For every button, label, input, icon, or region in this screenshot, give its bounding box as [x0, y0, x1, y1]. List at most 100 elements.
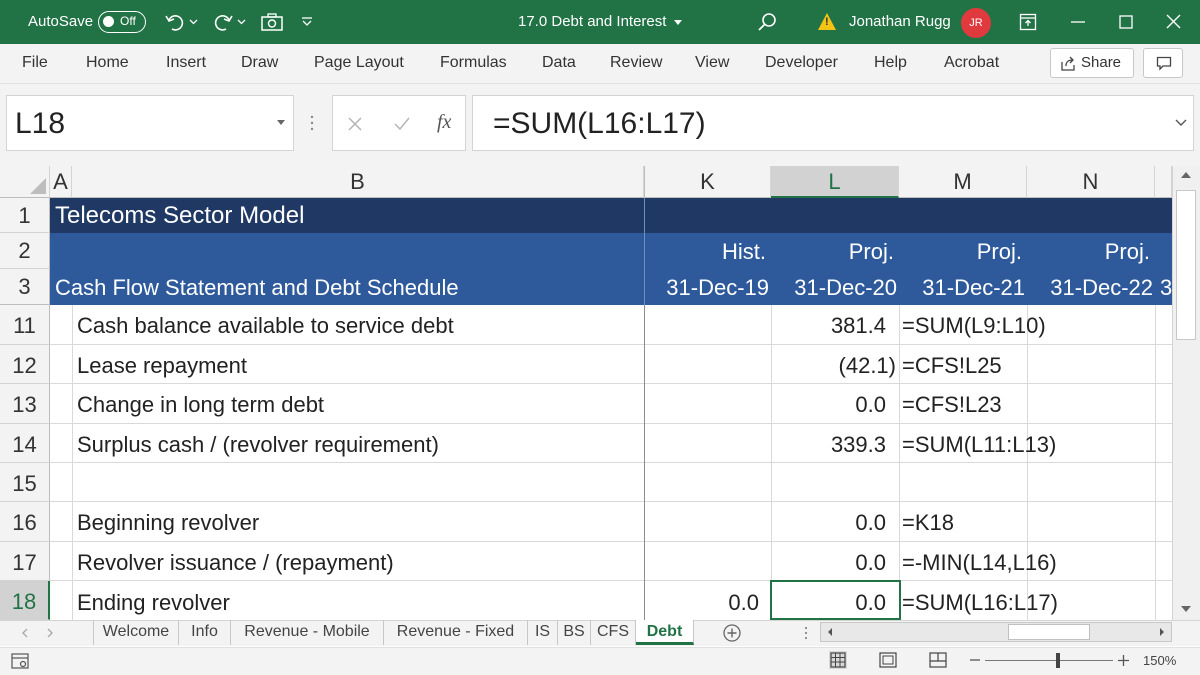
horizontal-scrollbar[interactable] [820, 622, 1172, 642]
user-name[interactable]: Jonathan Rugg [849, 0, 951, 44]
row-header-18[interactable]: 18 [0, 581, 50, 620]
value-cell-k[interactable]: 0.0 [645, 581, 759, 624]
maximize-icon[interactable] [1119, 15, 1133, 29]
normal-view-icon[interactable] [829, 651, 847, 669]
row-label[interactable]: Beginning revolver [77, 502, 259, 544]
sheet-tab-debt[interactable]: Debt [636, 620, 694, 645]
tab-scroll-right-icon[interactable] [46, 628, 54, 638]
select-all-corner[interactable] [0, 166, 50, 198]
page-layout-view-icon[interactable] [879, 652, 897, 668]
zoom-slider[interactable] [985, 660, 1113, 661]
zoom-level[interactable]: 150% [1143, 647, 1176, 675]
redo-icon[interactable] [212, 11, 234, 33]
expand-formula-bar-icon[interactable] [1175, 119, 1187, 127]
column-header-l[interactable]: L [771, 166, 899, 198]
hscroll-left-icon[interactable] [826, 627, 834, 637]
value-cell-l[interactable]: 339.3 [772, 424, 886, 465]
formula-cell-m[interactable]: =SUM(L16:L17) [902, 581, 1162, 624]
row-header-11[interactable]: 11 [0, 305, 50, 345]
tab-home[interactable]: Home [86, 44, 129, 84]
tab-review[interactable]: Review [610, 44, 662, 84]
tab-split-handle-icon[interactable] [803, 625, 809, 641]
name-box[interactable]: L18 [6, 95, 294, 151]
add-sheet-icon[interactable] [722, 623, 742, 643]
comments-button[interactable] [1143, 48, 1183, 78]
camera-icon[interactable] [260, 12, 284, 32]
sheet-title[interactable]: Telecoms Sector Model [55, 198, 304, 234]
formula-cell-m[interactable]: =CFS!L23 [902, 384, 1162, 426]
zoom-in-icon[interactable] [1118, 655, 1129, 666]
tab-help[interactable]: Help [874, 44, 907, 84]
formula-cell-m[interactable]: =CFS!L25 [902, 345, 1162, 386]
period-type-l[interactable]: Proj. [772, 233, 894, 271]
period-date-k[interactable]: 31-Dec-19 [645, 269, 769, 307]
document-title[interactable]: 17.0 Debt and Interest [518, 0, 666, 44]
warning-icon[interactable]: ! [818, 13, 836, 30]
sheet-tab-revenue-fixed[interactable]: Revenue - Fixed [384, 620, 528, 645]
row-header-2[interactable]: 2 [0, 233, 50, 269]
formula-input[interactable]: =SUM(L16:L17) [472, 95, 1194, 151]
value-cell-l[interactable]: 381.4 [772, 305, 886, 347]
row-label[interactable]: Revolver issuance / (repayment) [77, 542, 394, 583]
value-cell-l[interactable]: (42.1) [772, 345, 896, 386]
page-break-view-icon[interactable] [929, 652, 947, 668]
search-icon[interactable] [756, 11, 778, 33]
sheet-tab-welcome[interactable]: Welcome [94, 620, 179, 645]
period-date-l[interactable]: 31-Dec-20 [772, 269, 897, 307]
period-date-overflow[interactable]: 3 [1160, 269, 1172, 307]
value-cell-l[interactable]: 0.0 [772, 542, 886, 583]
active-cell-l18[interactable] [770, 580, 901, 620]
title-dropdown-icon[interactable] [673, 19, 683, 26]
ribbon-display-options-icon[interactable] [1019, 13, 1037, 31]
row-header-12[interactable]: 12 [0, 345, 50, 384]
row-header-13[interactable]: 13 [0, 384, 50, 424]
value-cell-l[interactable]: 0.0 [772, 384, 886, 426]
redo-dropdown-icon[interactable] [237, 19, 246, 25]
avatar[interactable]: JR [961, 8, 991, 38]
column-header-m[interactable]: M [899, 166, 1027, 198]
zoom-out-icon[interactable] [970, 659, 980, 661]
customize-toolbar-icon[interactable] [301, 17, 313, 27]
row-header-1[interactable]: 1 [0, 198, 50, 233]
row-header-15[interactable]: 15 [0, 463, 50, 502]
tab-draw[interactable]: Draw [241, 44, 278, 84]
horizontal-scroll-thumb[interactable] [1008, 624, 1090, 640]
tab-view[interactable]: View [695, 44, 729, 84]
hscroll-right-icon[interactable] [1158, 627, 1166, 637]
formula-cell-m[interactable]: =SUM(L11:L13) [902, 424, 1162, 465]
tab-formulas[interactable]: Formulas [440, 44, 507, 84]
scroll-up-icon[interactable] [1180, 170, 1192, 180]
period-type-m[interactable]: Proj. [900, 233, 1022, 271]
formula-cell-m[interactable]: =K18 [902, 502, 1162, 544]
undo-icon[interactable] [164, 11, 186, 33]
sheet-tab-info[interactable]: Info [179, 620, 231, 645]
row-label[interactable]: Surplus cash / (revolver requirement) [77, 424, 439, 465]
zoom-slider-thumb[interactable] [1056, 653, 1060, 668]
sheet-tab-bs[interactable]: BS [558, 620, 591, 645]
row-header-14[interactable]: 14 [0, 424, 50, 463]
vertical-scroll-thumb[interactable] [1176, 190, 1196, 340]
sheet-tab-is[interactable]: IS [528, 620, 558, 645]
sheet-subtitle[interactable]: Cash Flow Statement and Debt Schedule [55, 269, 459, 307]
row-label[interactable]: Cash balance available to service debt [77, 305, 454, 347]
formula-cell-m[interactable]: =SUM(L9:L10) [902, 305, 1162, 347]
tab-developer[interactable]: Developer [765, 44, 838, 84]
enter-icon[interactable] [393, 116, 411, 132]
period-type-n[interactable]: Proj. [1028, 233, 1150, 271]
tab-acrobat[interactable]: Acrobat [944, 44, 999, 84]
undo-dropdown-icon[interactable] [189, 19, 198, 25]
insert-function-icon[interactable]: fx [437, 111, 451, 134]
share-button[interactable]: Share [1050, 48, 1134, 78]
period-type-k[interactable]: Hist. [645, 233, 766, 271]
tab-scroll-left-icon[interactable] [21, 628, 29, 638]
column-header-a[interactable]: A [50, 166, 72, 198]
row-header-17[interactable]: 17 [0, 542, 50, 581]
row-header-3[interactable]: 3 [0, 269, 50, 305]
drag-handle-icon[interactable] [309, 114, 315, 132]
row-label[interactable]: Lease repayment [77, 345, 247, 386]
tab-page-layout[interactable]: Page Layout [314, 44, 404, 84]
cancel-icon[interactable] [347, 116, 363, 132]
column-header-n[interactable]: N [1027, 166, 1155, 198]
macro-recording-icon[interactable] [11, 653, 29, 669]
period-date-n[interactable]: 31-Dec-22 [1028, 269, 1153, 307]
